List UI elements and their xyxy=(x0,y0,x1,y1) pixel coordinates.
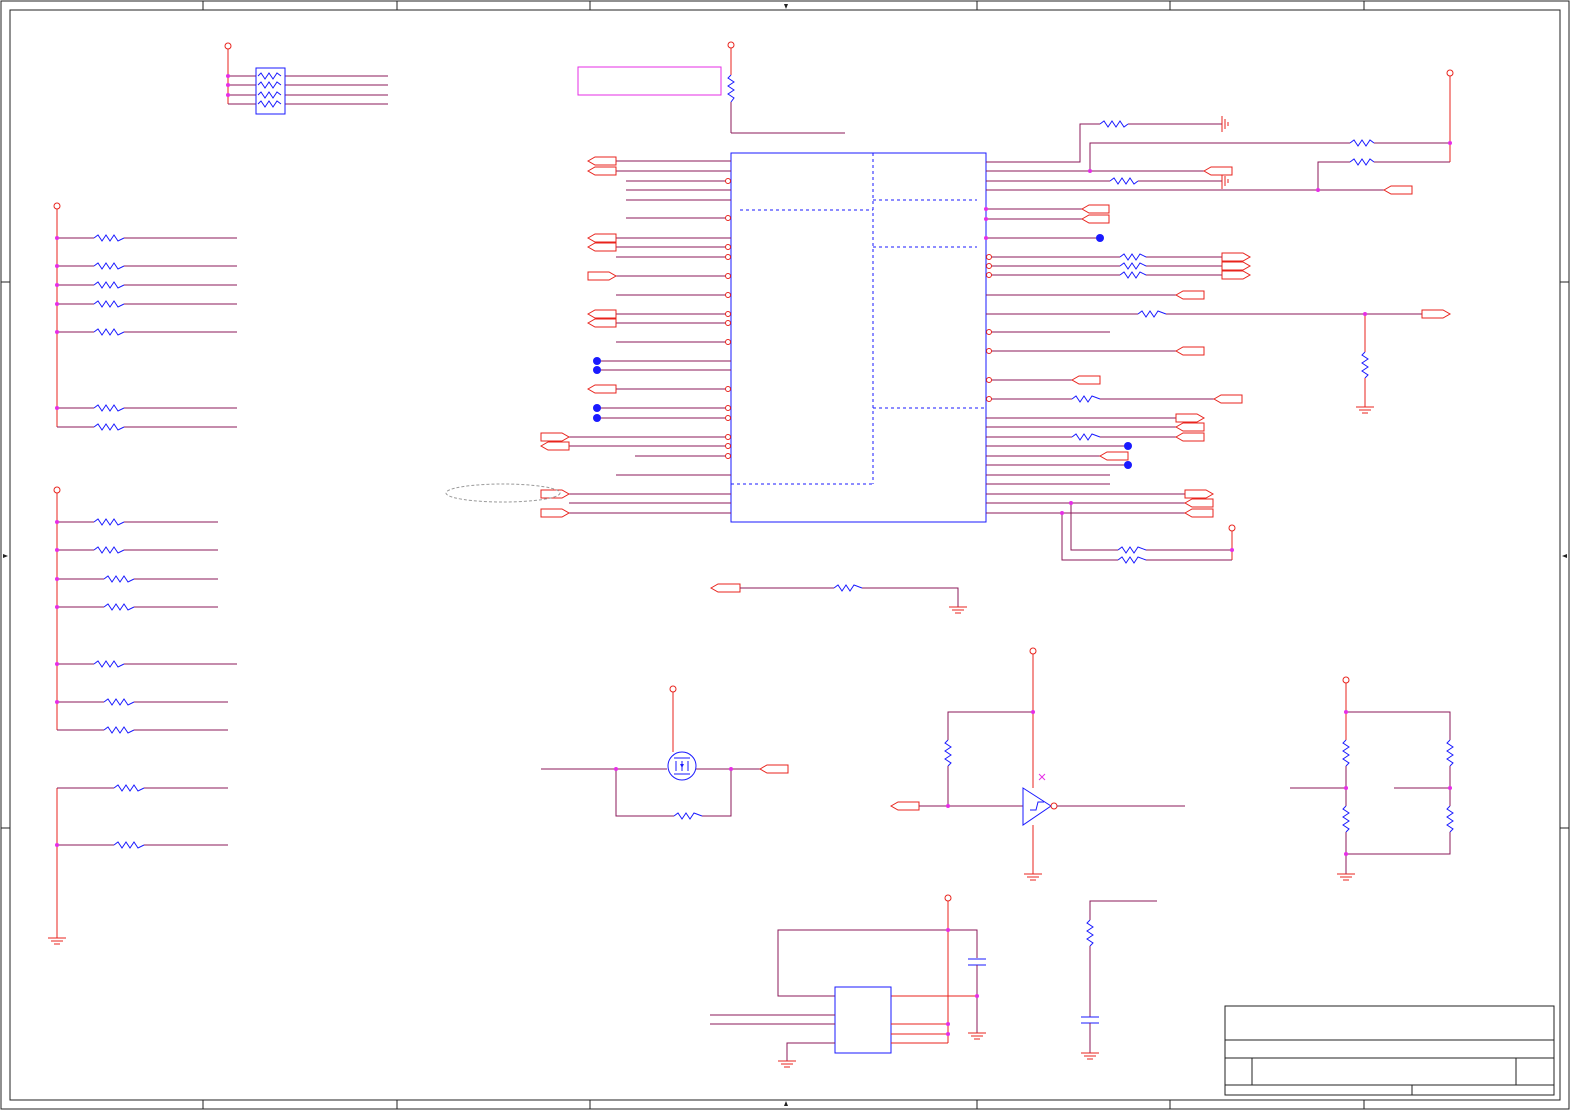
resistor-array xyxy=(224,42,388,115)
schematic-drawing xyxy=(0,0,1570,1110)
mosfet-stage xyxy=(541,685,789,822)
pulldown-group-3 xyxy=(48,782,228,945)
bottom-ic-stage xyxy=(710,894,986,1068)
pullup-group-2 xyxy=(53,486,237,736)
ground-symbol xyxy=(48,937,66,945)
pullup-group-1 xyxy=(53,202,237,433)
divider-network xyxy=(1290,676,1454,881)
frame-center-arrows xyxy=(3,4,1567,1106)
ic-left-pins xyxy=(445,156,731,518)
schmitt-buffer-stage xyxy=(889,647,1185,881)
sheet-frame xyxy=(0,0,1570,1110)
pulldown-resistor xyxy=(709,582,967,614)
schematic-sheet xyxy=(0,0,1572,1112)
ic-right-pins xyxy=(984,69,1454,566)
main-ic xyxy=(727,41,987,523)
rc-network xyxy=(1081,900,1157,1060)
title-block xyxy=(1224,1005,1555,1096)
note-box xyxy=(577,66,722,96)
